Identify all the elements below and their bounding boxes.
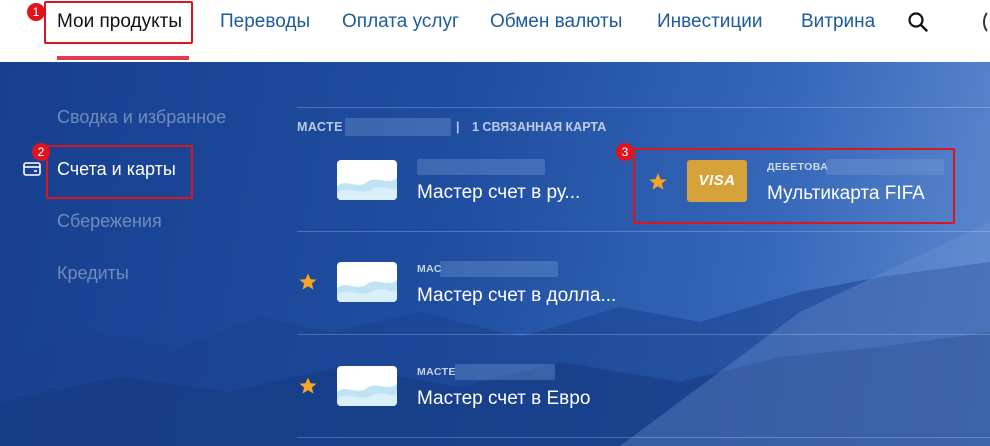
- redacted-area: [440, 261, 558, 277]
- nav-investments[interactable]: Инвестиции: [657, 11, 763, 33]
- account-thumbnail: [337, 262, 397, 302]
- account-name: Мастер счет в ру...: [417, 182, 581, 203]
- divider: [297, 437, 990, 438]
- account-thumbnail: [337, 160, 397, 200]
- nav-currency-exchange[interactable]: Обмен валюты: [490, 11, 622, 33]
- account-thumbnail: [337, 366, 397, 406]
- search-icon[interactable]: [907, 11, 929, 33]
- group-header-prefix: МАСТЕ: [297, 120, 343, 134]
- redacted-area: [455, 364, 555, 380]
- sidebar-item-summary[interactable]: Сводка и избранное: [57, 107, 226, 128]
- card-icon: [23, 162, 41, 176]
- annotation-box-3: [633, 148, 955, 224]
- account-name: Мастер счет в долла...: [417, 285, 617, 306]
- active-tab-indicator: [57, 56, 189, 60]
- redacted-area: [417, 159, 545, 175]
- profile-icon[interactable]: [983, 9, 990, 35]
- linked-cards-count: 1 СВЯЗАННАЯ КАРТА: [472, 120, 607, 134]
- redacted-area: [345, 118, 451, 136]
- star-icon[interactable]: [298, 376, 318, 396]
- annotation-box-2: [46, 145, 193, 199]
- account-caption: МАСТЕ: [417, 366, 456, 378]
- sidebar-item-loans[interactable]: Кредиты: [57, 263, 129, 284]
- group-header-separator: |: [456, 120, 460, 134]
- nav-payments[interactable]: Оплата услуг: [342, 11, 459, 33]
- account-caption: МАС: [417, 263, 442, 275]
- annotation-badge-1: 1: [27, 3, 45, 21]
- annotation-badge-2: 2: [32, 143, 50, 161]
- divider: [297, 231, 990, 232]
- main-content: Сводка и избранное Счета и карты Сбереже…: [0, 62, 990, 446]
- nav-transfers[interactable]: Переводы: [220, 11, 310, 33]
- annotation-box-1: [44, 1, 193, 44]
- annotation-badge-3: 3: [616, 143, 634, 161]
- sidebar-item-savings[interactable]: Сбережения: [57, 211, 162, 232]
- divider: [297, 107, 990, 108]
- star-icon[interactable]: [298, 272, 318, 292]
- account-name: Мастер счет в Евро: [417, 388, 591, 409]
- nav-showcase[interactable]: Витрина: [801, 11, 875, 33]
- divider: [297, 334, 990, 335]
